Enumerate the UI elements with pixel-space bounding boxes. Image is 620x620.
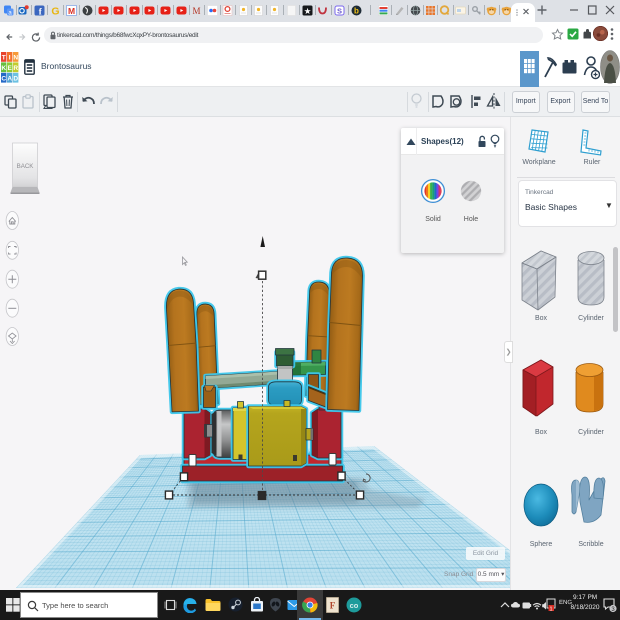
svg-text:Hole: Hole [464, 216, 479, 223]
svg-text:I: I [9, 55, 11, 62]
svg-text:S: S [336, 6, 341, 15]
svg-text:T: T [2, 55, 6, 62]
svg-text:BACK: BACK [17, 163, 35, 170]
svg-text:1: 1 [549, 606, 552, 612]
svg-text:A: A [7, 75, 12, 82]
svg-text:D: D [13, 75, 18, 82]
svg-text:C: C [1, 75, 6, 82]
svg-text:E: E [8, 65, 13, 72]
svg-text:N: N [13, 55, 18, 62]
svg-text:Solid: Solid [425, 216, 441, 223]
svg-text:★: ★ [303, 5, 311, 15]
svg-text:R: R [13, 65, 18, 72]
svg-text:K: K [1, 65, 6, 72]
svg-text:co: co [350, 601, 359, 610]
svg-text:M: M [67, 5, 74, 15]
svg-text:F: F [330, 601, 336, 611]
svg-text:b: b [354, 6, 359, 15]
svg-text:M: M [192, 6, 200, 16]
svg-text:G: G [51, 5, 59, 16]
